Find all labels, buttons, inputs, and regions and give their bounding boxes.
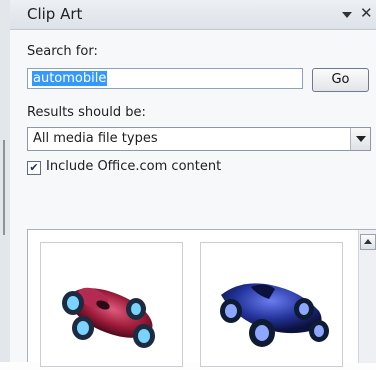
go-button[interactable]: Go [312, 68, 369, 92]
results-gallery [27, 229, 376, 367]
search-label: Search for: [27, 44, 98, 59]
check-icon: ✔ [29, 161, 39, 174]
pane-titlebar: Clip Art ✕ [10, 0, 376, 30]
include-office-checkbox[interactable]: ✔ [27, 161, 41, 175]
results-scrollbar[interactable] [358, 230, 376, 363]
pane-title: Clip Art [27, 5, 83, 23]
scroll-up-button[interactable] [360, 234, 376, 250]
splitter-grip [3, 140, 5, 235]
blue-roadster-image [220, 283, 329, 347]
media-type-dropdown-button[interactable] [350, 128, 370, 150]
left-splitter[interactable] [0, 0, 10, 362]
search-input-value: automobile [32, 71, 108, 86]
clip-art-pane: Clip Art ✕ Search for: automobile Go Res… [10, 0, 376, 367]
media-type-select[interactable]: All media file types [27, 127, 371, 151]
search-input[interactable]: automobile [27, 68, 303, 89]
close-icon[interactable]: ✕ [360, 4, 373, 22]
clip-art-thumbnail-red-car[interactable] [40, 242, 183, 367]
chevron-down-icon [356, 136, 366, 142]
red-race-car-image [62, 287, 155, 348]
clip-art-thumbnail-blue-car[interactable] [200, 242, 343, 367]
results-label: Results should be: [27, 105, 146, 120]
include-office-label[interactable]: Include Office.com content [46, 159, 221, 174]
task-pane-options-icon[interactable] [342, 12, 352, 18]
media-type-value: All media file types [33, 131, 158, 146]
chevron-up-icon [364, 239, 372, 244]
